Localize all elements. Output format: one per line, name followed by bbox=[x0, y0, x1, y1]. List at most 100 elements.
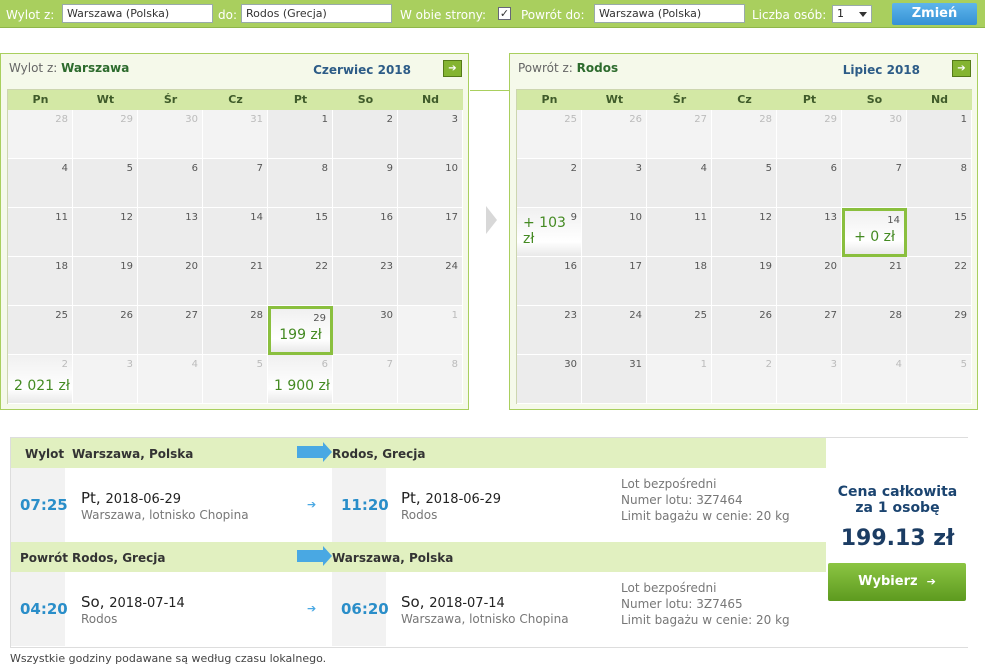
persons-select[interactable]: 1 bbox=[832, 5, 872, 23]
weekday-label: Pn bbox=[32, 93, 49, 106]
next-month-button[interactable]: ➔ bbox=[952, 60, 971, 77]
day-number: 2 bbox=[765, 359, 772, 370]
calendar-day: 4 bbox=[8, 159, 73, 208]
weekday-row: Pn Wt Śr Cz Pt So Nd bbox=[517, 90, 972, 110]
day-number: 1 bbox=[321, 114, 328, 125]
day-number: 8 bbox=[321, 163, 328, 174]
day-number: 6 bbox=[321, 359, 328, 370]
calendar-day: 13 bbox=[777, 208, 842, 257]
calendar-day: 26 bbox=[73, 306, 138, 355]
calendar-day: 29 bbox=[907, 306, 972, 355]
day-number: 11 bbox=[55, 212, 68, 223]
roundtrip-checkbox[interactable]: ✓ bbox=[498, 7, 511, 20]
next-month-button[interactable]: ➔ bbox=[443, 60, 462, 77]
flight-number: Numer lotu: 3Z7465 bbox=[621, 597, 743, 611]
calendar-day: 26 bbox=[582, 110, 647, 159]
arrow-right-icon: ➔ bbox=[307, 498, 317, 511]
calendar-day: 3 bbox=[777, 355, 842, 404]
calendar-day: 27 bbox=[138, 306, 203, 355]
day-number: 30 bbox=[564, 359, 577, 370]
leg-header-outbound: Wylot Warszawa, Polska Rodos, Grecja bbox=[11, 438, 826, 468]
return-calendar: Powrót z: Rodos Lipiec 2018 ➔ Pn Wt Śr Cz Pt… bbox=[509, 53, 978, 410]
to-label: do: bbox=[218, 8, 238, 22]
arr-date: 2018-07-14 bbox=[429, 596, 505, 611]
calendar-day[interactable]: 14 + 0 zł bbox=[842, 208, 907, 257]
day-number: 8 bbox=[960, 163, 967, 174]
day-number: 14 bbox=[250, 212, 263, 223]
calendar-day: 7 bbox=[203, 159, 268, 208]
calendar-day: 24 bbox=[582, 306, 647, 355]
day-number: 1 bbox=[960, 114, 967, 125]
select-button[interactable]: Wybierz ➔ bbox=[828, 563, 966, 601]
day-number: 29 bbox=[120, 114, 133, 125]
day-number: 30 bbox=[185, 114, 198, 125]
day-price: + 0 zł bbox=[854, 229, 895, 245]
leg-label: Powrót bbox=[20, 551, 69, 565]
day-number: 29 bbox=[824, 114, 837, 125]
calendar-day: 1 bbox=[647, 355, 712, 404]
calendar-day: 5 bbox=[907, 355, 972, 404]
calendar-day: 28 bbox=[8, 110, 73, 159]
day-number: 11 bbox=[694, 212, 707, 223]
weekday-label: Nd bbox=[421, 93, 440, 106]
leg-label: Wylot bbox=[25, 447, 65, 461]
day-number: 12 bbox=[759, 212, 772, 223]
day-number: 23 bbox=[564, 310, 577, 321]
day-number: 2 bbox=[61, 359, 68, 370]
weekday-label: Pt bbox=[293, 93, 308, 106]
weekday-label: Cz bbox=[737, 93, 752, 106]
chevron-down-icon bbox=[859, 12, 867, 17]
calendar-day: 31 bbox=[203, 110, 268, 159]
calendar-day: 5 bbox=[73, 159, 138, 208]
day-number: 4 bbox=[700, 163, 707, 174]
day-number: 13 bbox=[824, 212, 837, 223]
to-input[interactable]: Rodos (Grecja) bbox=[241, 4, 392, 23]
persons-label: Liczba osób: bbox=[752, 8, 827, 22]
calendar-day: 19 bbox=[712, 257, 777, 306]
day-number: 3 bbox=[126, 359, 133, 370]
day-number: 6 bbox=[191, 163, 198, 174]
calendar-day: 30 bbox=[138, 110, 203, 159]
dep-day: So, 2018-07-14 bbox=[81, 593, 185, 611]
day-number: 18 bbox=[694, 261, 707, 272]
calendar-day: 26 bbox=[712, 306, 777, 355]
day-number: 22 bbox=[954, 261, 967, 272]
day-number: 27 bbox=[185, 310, 198, 321]
calendar-day: 1 bbox=[268, 110, 333, 159]
calendar-day[interactable]: 2 2 021 zł bbox=[8, 355, 73, 404]
day-price: 2 021 zł bbox=[14, 378, 70, 394]
departure-calendar: Wylot z: Warszawa Czerwiec 2018 ➔ Pn Wt Śr… bbox=[0, 53, 469, 410]
chevron-right-icon bbox=[486, 206, 497, 234]
calendar-day: 13 bbox=[138, 208, 203, 257]
day-number: 30 bbox=[889, 114, 902, 125]
calendar-day: 2 bbox=[333, 110, 398, 159]
calendar-day[interactable]: 6 1 900 zł bbox=[268, 355, 333, 404]
calendar-grid: Pn Wt Śr Cz Pt So Nd 25 26 27 28 29 30 1 2 3 4 5 6 7 8 9 + 103… bbox=[516, 89, 972, 404]
calendar-day: 16 bbox=[517, 257, 582, 306]
calendar-week: 2 3 4 5 6 7 8 bbox=[517, 159, 972, 208]
dep-date: 2018-07-14 bbox=[109, 596, 185, 611]
calendar-day: 23 bbox=[333, 257, 398, 306]
calendar-day[interactable]: 29 199 zł bbox=[268, 306, 333, 355]
calendar-title: Powrót z: Rodos bbox=[518, 61, 618, 75]
return-input[interactable]: Warszawa (Polska) bbox=[594, 4, 745, 23]
change-button[interactable]: Zmień bbox=[892, 3, 977, 25]
calendar-day: 20 bbox=[138, 257, 203, 306]
day-number: 31 bbox=[250, 114, 263, 125]
day-number: 7 bbox=[895, 163, 902, 174]
day-number: 26 bbox=[629, 114, 642, 125]
weekday-label: Wt bbox=[605, 93, 624, 106]
from-input[interactable]: Warszawa (Polska) bbox=[62, 4, 213, 23]
day-number: 17 bbox=[629, 261, 642, 272]
calendar-day: 24 bbox=[398, 257, 463, 306]
calendar-week: 23 24 25 26 27 28 29 bbox=[517, 306, 972, 355]
calendar-day[interactable]: 9 + 103 zł bbox=[517, 208, 582, 257]
roundtrip-label: W obie strony: bbox=[400, 8, 487, 22]
flight-summary: Wylot Warszawa, Polska Rodos, Grecja 07:… bbox=[10, 437, 969, 648]
arr-day: Pt, 2018-06-29 bbox=[401, 489, 501, 507]
day-number: 3 bbox=[451, 114, 458, 125]
arr-time: 06:20 bbox=[341, 600, 389, 618]
day-number: 1 bbox=[700, 359, 707, 370]
day-number: 28 bbox=[889, 310, 902, 321]
calendar-day: 1 bbox=[907, 110, 972, 159]
